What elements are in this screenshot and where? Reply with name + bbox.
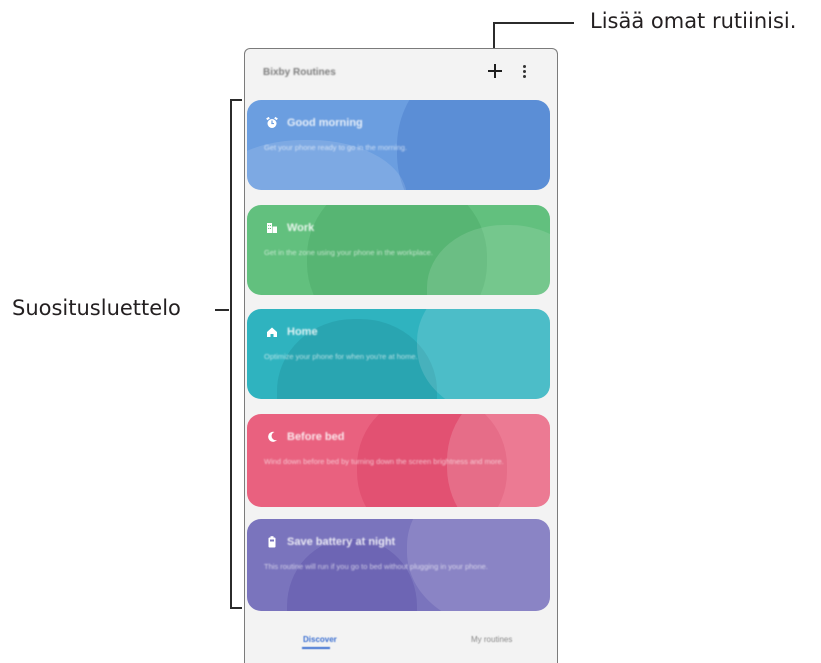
- alarm-clock-icon: [266, 116, 278, 128]
- routine-title: Work: [287, 222, 315, 234]
- tab-discover[interactable]: Discover: [303, 635, 337, 644]
- app-title: Bixby Routines: [263, 67, 336, 78]
- list-bracket: [230, 99, 232, 609]
- routine-description: Optimize your phone for when you're at h…: [264, 352, 418, 361]
- add-callout-leader-line-vertical: [493, 22, 495, 50]
- bottom-tab-bar: Discover My routines: [245, 631, 557, 663]
- battery-icon: [268, 536, 276, 548]
- routine-card-save-battery[interactable]: Save battery at night This routine will …: [247, 519, 550, 611]
- add-routine-callout: Lisää omat rutiinisi.: [590, 9, 797, 33]
- routine-description: This routine will run if you go to bed w…: [264, 562, 488, 571]
- phone-screen: Bixby Routines Good morning Get your pho…: [244, 48, 558, 663]
- routine-title: Good morning: [287, 117, 363, 129]
- building-icon: [267, 223, 277, 233]
- active-tab-indicator: [302, 647, 330, 649]
- add-routine-button[interactable]: [486, 62, 504, 80]
- routine-description: Get in the zone using your phone in the …: [264, 248, 433, 257]
- list-bracket-bottom: [230, 607, 242, 609]
- list-callout-leader-line: [215, 309, 229, 311]
- routine-card-before-bed[interactable]: Before bed Wind down before bed by turni…: [247, 414, 550, 507]
- routine-title: Before bed: [287, 431, 345, 443]
- add-callout-leader-line: [493, 22, 574, 24]
- routine-card-home[interactable]: Home Optimize your phone for when you're…: [247, 309, 550, 399]
- list-bracket-top: [230, 99, 242, 101]
- tab-my-routines[interactable]: My routines: [471, 635, 512, 644]
- more-options-button[interactable]: [521, 64, 529, 80]
- routine-description: Wind down before bed by turning down the…: [264, 457, 504, 466]
- routine-title: Home: [287, 326, 318, 338]
- routine-title: Save battery at night: [287, 536, 396, 548]
- routine-card-good-morning[interactable]: Good morning Get your phone ready to go …: [247, 100, 550, 190]
- routine-description: Get your phone ready to go in the mornin…: [264, 143, 408, 152]
- recommendation-list-callout: Suositusluettelo: [12, 296, 181, 320]
- home-icon: [267, 327, 277, 337]
- routine-card-work[interactable]: Work Get in the zone using your phone in…: [247, 205, 550, 295]
- app-header: Bixby Routines: [245, 49, 557, 95]
- moon-icon: [268, 431, 277, 442]
